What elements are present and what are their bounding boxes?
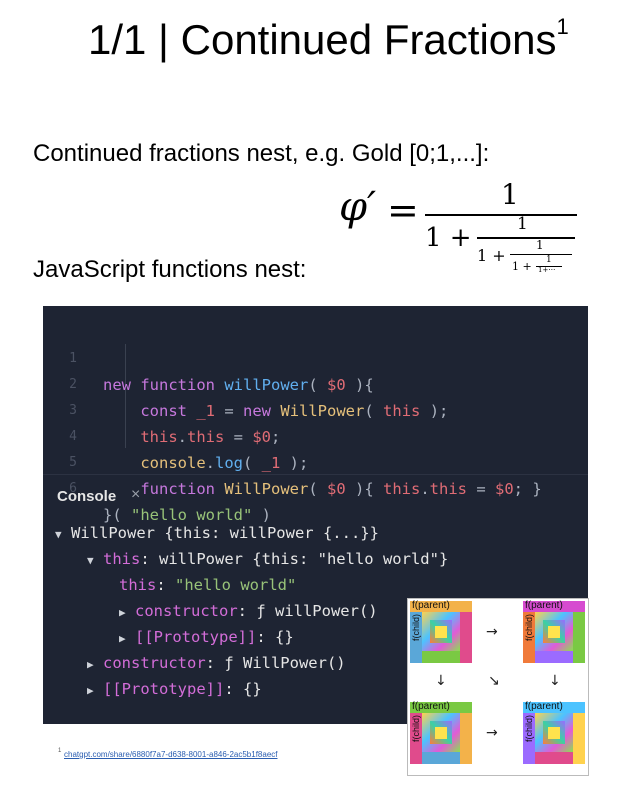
code-line: 6 }( "hello world" ) — [43, 450, 588, 524]
tile-child-label: f(child) — [411, 714, 421, 742]
console-entry: this: "hello world" — [119, 576, 297, 594]
javascript-functions-text: JavaScript functions nest: — [33, 256, 307, 283]
diagram-tile: f(parent) f(child) — [410, 701, 472, 764]
arrow-right-icon: → — [486, 725, 498, 741]
expand-right-icon[interactable]: ▶ — [119, 626, 135, 652]
continued-fractions-text: Continued fractions nest, e.g. Gold [0;1… — [33, 140, 490, 167]
expand-right-icon[interactable]: ▶ — [87, 678, 103, 704]
tab-console[interactable]: Console — [57, 488, 116, 505]
arrow-down-icon: ↓ — [435, 673, 447, 689]
diagram-tile: f(parent) f(child) — [523, 701, 585, 764]
formula-one-plus-3: 1 + — [512, 260, 532, 273]
diagram-tile: f(parent) f(child) — [523, 600, 585, 663]
formula-one-plus-2: 1 + — [477, 246, 506, 265]
diagram-tile: f(parent) f(child) — [410, 600, 472, 663]
golden-ratio-formula: φ′ = 1 1 + 1 1 + 1 1 + 1 1+⋯ — [325, 176, 585, 276]
tile-parent-label: f(parent) — [412, 600, 450, 611]
formula-lhs: φ′ — [339, 184, 377, 230]
tile-child-label: f(child) — [524, 613, 534, 641]
footnote-link[interactable]: chatgpt.com/share/6880f7a7-d638-8001-a84… — [64, 750, 278, 759]
arrow-right-icon: → — [486, 624, 498, 640]
console-entry[interactable]: ▶ constructor: ƒ willPower() — [119, 598, 378, 624]
code-editor[interactable]: 1 new function willPower( $0 ){ 2 const … — [43, 312, 588, 524]
fraction-bar-2 — [477, 237, 575, 239]
console-entry[interactable]: ▼ this: willPower {this: "hello world"} — [87, 546, 448, 572]
nested-function-diagram: f(parent) f(child) f(parent) f(child) f(… — [407, 598, 589, 776]
footnote-mark: 1 — [58, 748, 62, 754]
console-entry[interactable]: ▼ WillPower {this: willPower {...}} — [55, 520, 379, 546]
code-line: 5 function WillPower( $0 ){ this.this = … — [43, 424, 588, 498]
formula-numerator-2: 1 — [517, 214, 528, 234]
expand-down-icon[interactable]: ▼ — [55, 522, 71, 548]
arrow-down-icon: ↓ — [549, 673, 561, 689]
tile-parent-label: f(parent) — [525, 701, 563, 712]
code-line: 2 const _1 = new WillPower( this ); — [43, 346, 588, 420]
tile-parent-label: f(parent) — [412, 701, 450, 712]
formula-tail: 1+⋯ — [538, 266, 556, 274]
close-icon[interactable]: × — [131, 486, 140, 504]
expand-right-icon[interactable]: ▶ — [87, 652, 103, 678]
formula-equals: = — [387, 188, 419, 232]
expand-right-icon[interactable]: ▶ — [119, 600, 135, 626]
fraction-bar-3 — [510, 254, 572, 255]
formula-one-plus-1: 1 + — [425, 223, 472, 253]
fraction-bar-1 — [425, 214, 577, 216]
arrow-diagonal-icon: ↘ — [488, 673, 500, 689]
code-line: 1 new function willPower( $0 ){ — [43, 320, 588, 394]
console-entry[interactable]: ▶ [[Prototype]]: {} — [87, 676, 262, 702]
title-footnote-mark: 1 — [556, 14, 569, 39]
formula-numerator-4: 1 — [546, 255, 552, 265]
formula-numerator-1: 1 — [501, 178, 519, 211]
panel-divider — [43, 474, 588, 475]
tile-parent-label: f(parent) — [525, 600, 563, 611]
code-line: 4 console.log( _1 ); — [43, 398, 588, 472]
console-entry[interactable]: ▶ constructor: ƒ WillPower() — [87, 650, 346, 676]
slide-title: 1/1 | Continued Fractions1 — [88, 14, 569, 63]
tile-child-label: f(child) — [524, 714, 534, 742]
tile-child-label: f(child) — [411, 613, 421, 641]
console-entry[interactable]: ▶ [[Prototype]]: {} — [119, 624, 294, 650]
code-line: 3 this.this = $0; — [43, 372, 588, 446]
formula-numerator-3: 1 — [536, 238, 544, 252]
expand-down-icon[interactable]: ▼ — [87, 548, 103, 574]
